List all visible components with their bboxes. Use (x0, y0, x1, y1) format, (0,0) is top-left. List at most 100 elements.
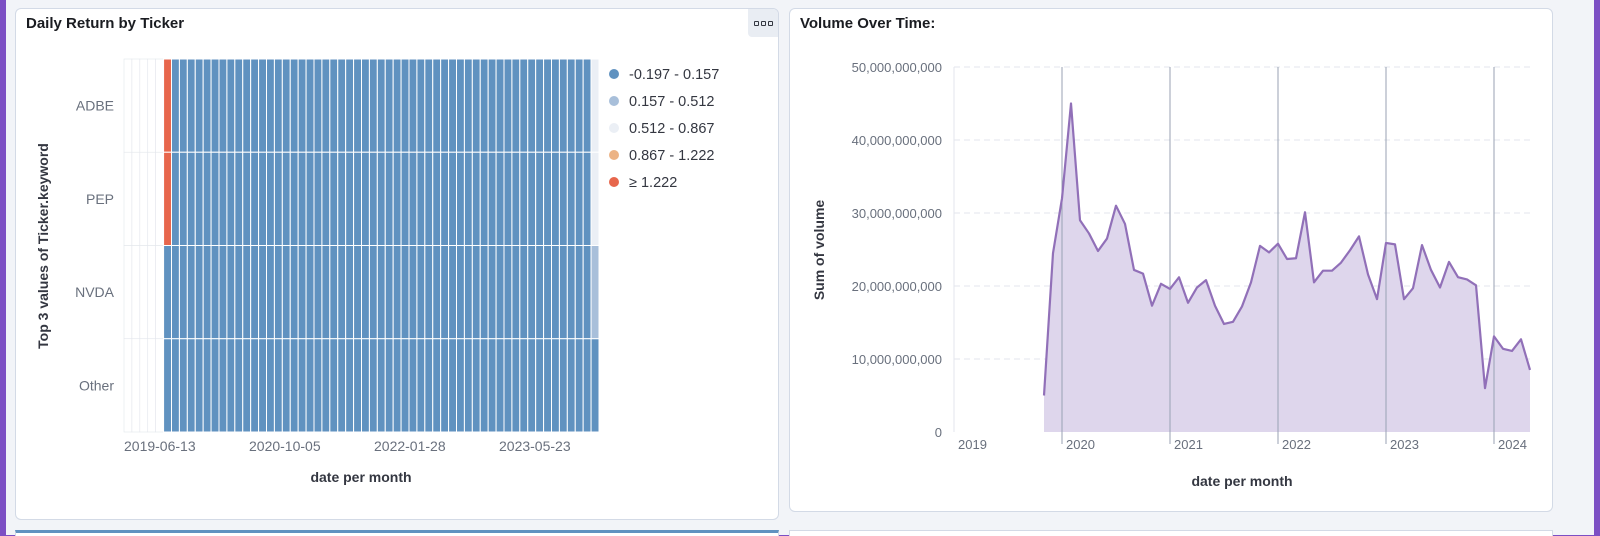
heatmap-cell (178, 245, 188, 340)
heatmap-cell (590, 151, 600, 246)
heatmap-cell (543, 58, 552, 153)
heatmap-cell (495, 245, 505, 340)
heatmap-cell (503, 338, 513, 433)
heatmap-cell (487, 151, 497, 246)
heatmap-cell (178, 151, 188, 246)
area-fill (1044, 103, 1530, 432)
heatmap-cell (511, 338, 521, 433)
heatmap-cell (242, 151, 252, 246)
heatmap-cell (551, 58, 560, 153)
y-tick-label: ADBE (76, 98, 114, 114)
heatmap-cell (281, 151, 291, 246)
heatmap-cell (511, 151, 521, 246)
heatmap-cell (321, 151, 331, 246)
heatmap-cell (258, 58, 267, 153)
heatmap-cell (456, 151, 465, 246)
heatmap-cell (384, 245, 394, 340)
heatmap-cell (590, 58, 600, 153)
heatmap-cell (551, 338, 560, 433)
heatmap-cell (234, 245, 244, 340)
heatmap-cell (329, 151, 339, 246)
heatmap-cell (424, 151, 434, 246)
y-tick-label: 40,000,000,000 (852, 133, 942, 148)
legend-swatch (609, 69, 619, 79)
heatmap-cell (353, 58, 363, 153)
legend-swatch (609, 177, 619, 187)
heatmap-cell (582, 58, 592, 153)
x-tick-label: 2023-05-23 (499, 438, 571, 454)
heatmap-cell (535, 338, 545, 433)
heatmap-cell (535, 245, 545, 340)
heatmap-cell (519, 245, 529, 340)
heatmap-cell (186, 245, 196, 340)
heatmap-cell (242, 338, 252, 433)
heatmap-cell (543, 245, 552, 340)
heatmap-cell (487, 338, 497, 433)
heatmap-cell (582, 245, 592, 340)
heatmap-cell (440, 245, 450, 340)
heatmap-cell (456, 245, 465, 340)
heatmap-cell (408, 58, 418, 153)
heatmap-empty-cell (147, 151, 156, 246)
heatmap-cell (424, 338, 434, 433)
heatmap-cell (313, 58, 323, 153)
heatmap-cell (392, 151, 402, 246)
heatmap-cell (440, 58, 450, 153)
heatmap-cell (321, 58, 331, 153)
heatmap-cell (281, 58, 291, 153)
heatmap-cell (163, 338, 172, 433)
heatmap-cell (226, 151, 236, 246)
heatmap-empty-cell (131, 58, 141, 153)
heatmap-cell (479, 151, 489, 246)
legend-swatch (609, 150, 619, 160)
heatmap-cell (210, 151, 220, 246)
heatmap-cell (535, 58, 545, 153)
heatmap-cell (258, 151, 267, 246)
heatmap-cell (448, 151, 458, 246)
heatmap-cell (242, 245, 252, 340)
heatmap-cell (384, 151, 394, 246)
y-tick-label: 10,000,000,000 (852, 352, 942, 367)
heatmap-cell (345, 58, 355, 153)
heatmap-cell (432, 58, 442, 153)
heatmap-empty-cell (155, 151, 164, 246)
heatmap-empty-cell (123, 338, 133, 433)
heatmap-cell (590, 338, 600, 433)
heatmap-cell (456, 58, 465, 153)
heatmap-cell (527, 58, 537, 153)
heatmap-cell (226, 338, 236, 433)
x-tick-label: 2020-10-05 (249, 438, 321, 454)
heatmap-cell (566, 58, 576, 153)
x-tick-label: 2019 (958, 437, 987, 452)
heatmap-cell (329, 58, 339, 153)
heatmap-cell (392, 58, 402, 153)
heatmap-cell (178, 338, 188, 433)
heatmap-cell (305, 338, 315, 433)
x-tick-label: 2022 (1282, 437, 1311, 452)
heatmap-cell (210, 338, 220, 433)
dashboard-canvas: Daily Return by Ticker ADBE PEP NVDA Other 2… (6, 0, 1594, 536)
heatmap-cell (226, 245, 236, 340)
heatmap-cell (281, 338, 291, 433)
heatmap-cell (551, 245, 560, 340)
heatmap-cell (400, 151, 410, 246)
heatmap-cell (202, 58, 212, 153)
heatmap-cell (519, 58, 529, 153)
heatmap-cell (416, 245, 426, 340)
heatmap-cell (313, 338, 323, 433)
heatmap-cell (250, 58, 260, 153)
y-axis-title: Top 3 values of Ticker.keyword (35, 143, 51, 349)
heatmap-empty-cell (139, 245, 149, 340)
heatmap-cell (281, 245, 291, 340)
heatmap-cell (202, 245, 212, 340)
heatmap-cell (329, 245, 339, 340)
heatmap-cell (258, 245, 267, 340)
heatmap-cell (424, 245, 434, 340)
heatmap-empty-cell (147, 245, 156, 340)
y-tick-label: 50,000,000,000 (852, 60, 942, 75)
y-tick-label: 0 (935, 425, 942, 440)
x-axis-title: date per month (310, 469, 411, 485)
heatmap-cell (273, 151, 283, 246)
heatmap-cell (495, 338, 505, 433)
heatmap-cell (368, 58, 378, 153)
